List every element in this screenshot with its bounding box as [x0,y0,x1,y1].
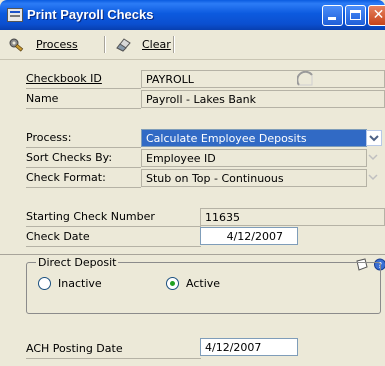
process-dropdown-button[interactable] [366,130,382,146]
radio-circle-selected [166,277,179,290]
name-label: Name [26,92,59,105]
minimize-button[interactable] [322,5,343,26]
gear-wrench-icon [9,38,24,52]
divider [26,226,201,227]
print-payroll-checks-window: Print Payroll Checks ✕ Process Clear Che… [0,0,385,366]
direct-deposit-title: Direct Deposit [36,256,119,269]
inactive-label: Inactive [58,277,102,290]
maximize-icon [350,10,361,20]
format-dropdown-button[interactable] [366,170,382,186]
process-select[interactable]: Calculate Employee Deposits [141,129,367,147]
check-date-input[interactable]: 4/12/2007 [200,227,298,245]
divider [26,147,141,148]
check-format-value: Stub on Top - Continuous [146,172,284,185]
clear-button[interactable]: Clear [112,33,171,57]
eraser-icon [116,38,131,52]
close-button[interactable]: ✕ [368,5,385,26]
section-divider [0,254,385,255]
sort-checks-value: Employee ID [146,152,216,165]
check-format-label: Check Format: [26,171,106,184]
payroll-window-icon [7,8,23,22]
process-button[interactable]: Process [4,33,100,57]
clear-button-label: Clear [142,38,171,51]
chevron-down-icon [369,135,379,142]
radio-circle [38,277,51,290]
divider [26,187,141,188]
starting-check-number-value: 11635 [205,211,240,224]
name-field: Payroll - Lakes Bank [141,90,385,108]
minimize-icon [328,17,336,20]
sort-checks-label: Sort Checks By: [26,151,113,164]
close-icon: ✕ [372,7,385,23]
checkbook-lookup-icon[interactable] [297,71,314,87]
maximize-button[interactable] [345,5,366,26]
window-title: Print Payroll Checks [27,7,154,22]
toolbar: Process Clear [0,30,385,60]
check-date-label: Check Date [26,230,90,243]
starting-check-number-label: Starting Check Number [26,210,155,223]
checkbook-id-label[interactable]: Checkbook ID [26,70,102,88]
divider [26,108,141,109]
ach-posting-date-input[interactable]: 4/12/2007 [200,338,298,356]
sort-dropdown-button[interactable] [366,150,382,166]
divider [26,88,141,89]
toolbar-separator [104,36,106,53]
inactive-radio[interactable]: Inactive [38,276,128,292]
starting-check-number-field: 11635 [200,208,385,226]
name-value: Payroll - Lakes Bank [146,93,256,106]
process-button-label: Process [36,38,78,51]
divider [26,246,201,247]
divider [26,167,141,168]
ach-posting-date-value: 4/12/2007 [205,341,262,354]
title-bar[interactable]: Print Payroll Checks ✕ [0,0,385,30]
chevron-down-icon [368,174,378,181]
checkbook-id-value: PAYROLL [146,73,194,86]
chevron-down-icon [368,154,378,161]
active-label: Active [186,277,221,290]
active-radio[interactable]: Active [166,276,256,292]
sort-checks-select[interactable]: Employee ID [141,149,367,167]
process-select-value: Calculate Employee Deposits [146,132,307,145]
checkbook-id-field[interactable]: PAYROLL [141,70,385,88]
check-format-select[interactable]: Stub on Top - Continuous [141,169,367,187]
ach-posting-date-label: ACH Posting Date [26,342,123,355]
check-date-value: 4/12/2007 [226,230,283,243]
divider [26,358,201,359]
process-label: Process: [26,131,72,144]
toolbar-separator [173,36,175,53]
